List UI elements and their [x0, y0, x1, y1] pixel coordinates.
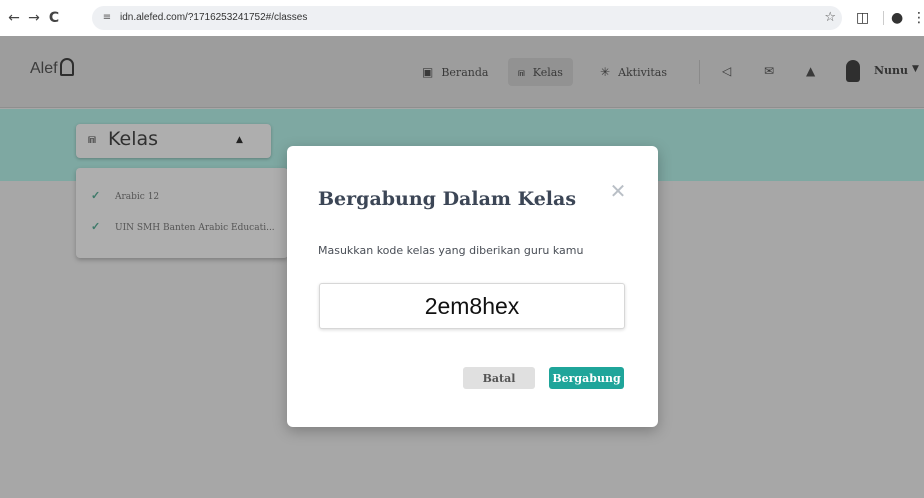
- site-info-icon[interactable]: ≡: [100, 11, 114, 25]
- bell-icon[interactable]: ▲: [806, 63, 815, 79]
- url-text[interactable]: idn.alefed.com/?1716253241752#/classes: [120, 6, 307, 30]
- reload-icon[interactable]: C: [46, 9, 62, 27]
- kelas-item-label: Arabic 12: [115, 192, 160, 202]
- check-icon: ✓: [91, 220, 101, 233]
- mail-icon[interactable]: ✉: [764, 63, 774, 79]
- nav-aktivitas-label: Aktivitas: [618, 66, 667, 79]
- nav-beranda[interactable]: ▣ Beranda: [422, 58, 488, 86]
- profile-icon[interactable]: ●: [891, 9, 903, 27]
- class-icon: ⩎: [88, 131, 96, 147]
- nav-beranda-label: Beranda: [441, 66, 489, 79]
- alef-logo[interactable]: Alef: [30, 58, 74, 78]
- address-bar[interactable]: ≡ idn.alefed.com/?1716253241752#/classes…: [92, 6, 842, 30]
- home-icon: ▣: [422, 65, 434, 79]
- kelas-dropdown-menu: ✓ Arabic 12 ✓ UIN SMH Banten Arabic Educat…: [76, 168, 288, 258]
- kelas-dropdown-button[interactable]: ⩎ Kelas ▲: [76, 124, 271, 158]
- modal-description: Masukkan kode kelas yang diberikan guru …: [318, 244, 584, 257]
- join-button[interactable]: Bergabung: [549, 367, 624, 389]
- class-code-input[interactable]: [319, 283, 625, 329]
- nav-kelas-label: Kelas: [532, 66, 563, 79]
- toolbar-divider: [883, 11, 884, 25]
- user-name[interactable]: Nunu: [874, 64, 908, 77]
- modal-title: Bergabung Dalam Kelas: [318, 188, 577, 210]
- kelas-item-uin-smh[interactable]: ✓ UIN SMH Banten Arabic Educati...: [91, 218, 275, 236]
- logo-mark-icon: [59, 58, 74, 76]
- app-header: Alef ▣ Beranda ⩎ Kelas ✳ Aktivitas ◁ ✉ ▲ Nu…: [0, 36, 924, 108]
- chevron-up-icon: ▲: [236, 135, 243, 145]
- class-icon: ⩎: [518, 65, 525, 79]
- announcement-icon[interactable]: ◁: [722, 63, 731, 79]
- header-divider: [699, 60, 700, 84]
- extensions-icon[interactable]: ◫: [856, 9, 869, 27]
- bookmark-star-icon[interactable]: ☆: [824, 10, 836, 26]
- kelas-item-label: UIN SMH Banten Arabic Educati...: [115, 223, 275, 233]
- kelas-item-arabic-12[interactable]: ✓ Arabic 12: [91, 187, 159, 205]
- browser-toolbar: ← → C ≡ idn.alefed.com/?1716253241752#/c…: [0, 0, 924, 36]
- close-icon[interactable]: ✕: [607, 180, 629, 202]
- cancel-button[interactable]: Batal: [463, 367, 535, 389]
- browser-menu-icon[interactable]: ⋮: [912, 9, 924, 27]
- activity-icon: ✳: [600, 65, 611, 79]
- check-icon: ✓: [91, 189, 101, 202]
- nav-aktivitas[interactable]: ✳ Aktivitas: [600, 58, 667, 86]
- kelas-dropdown-label: Kelas: [108, 128, 159, 150]
- back-icon[interactable]: ←: [6, 9, 22, 27]
- logo-text: Alef: [30, 60, 58, 77]
- join-class-modal: Bergabung Dalam Kelas ✕ Masukkan kode ke…: [287, 146, 658, 427]
- user-avatar[interactable]: [846, 60, 860, 82]
- nav-kelas[interactable]: ⩎ Kelas: [508, 58, 573, 86]
- forward-icon[interactable]: →: [26, 9, 42, 27]
- chevron-down-icon[interactable]: ▼: [912, 64, 919, 74]
